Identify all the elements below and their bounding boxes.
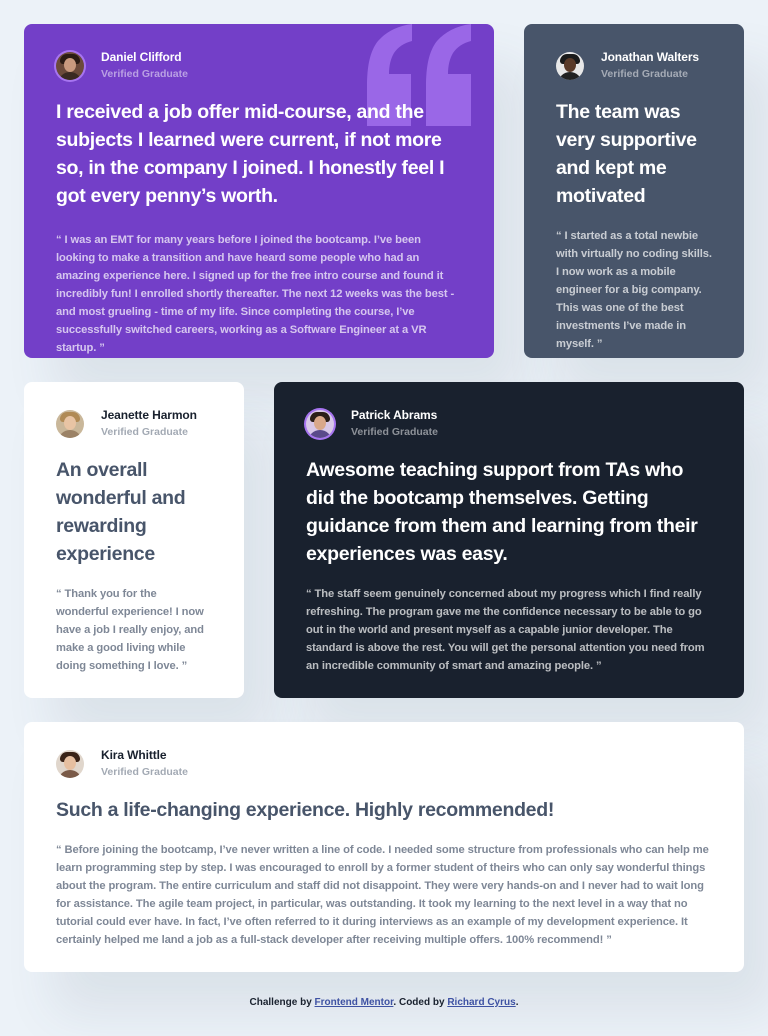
testimonial-body: “ I was an EMT for many years before I j…	[56, 234, 455, 354]
frontend-mentor-link[interactable]: Frontend Mentor	[315, 997, 394, 1008]
testimonial-header: Daniel Clifford Verified Graduate	[56, 50, 462, 81]
avatar	[56, 749, 84, 778]
attribution-prefix: Challenge by	[249, 997, 315, 1008]
testimonial-body: “ Before joining the bootcamp, I’ve neve…	[56, 844, 709, 946]
attribution-middle: . Coded by	[393, 997, 448, 1008]
author-link[interactable]: Richard Cyrus	[447, 997, 515, 1008]
avatar	[306, 409, 334, 438]
author-status: Verified Graduate	[101, 68, 188, 80]
author-name: Patrick Abrams	[351, 408, 438, 422]
testimonial-header: Kira Whittle Verified Graduate	[56, 748, 712, 779]
author-name: Kira Whittle	[101, 748, 167, 762]
attribution: Challenge by Frontend Mentor. Coded by R…	[0, 997, 768, 1008]
avatar	[56, 409, 84, 438]
testimonial-header: Jonathan Walters Verified Graduate	[556, 50, 712, 81]
testimonial-headline: Awesome teaching support from TAs who di…	[306, 459, 698, 565]
testimonial-card-patrick: Patrick Abrams Verified Graduate Awesome…	[274, 382, 744, 698]
testimonial-body: “ The staff seem genuinely concerned abo…	[306, 588, 705, 672]
testimonial-card-jonathan: Jonathan Walters Verified Graduate The t…	[524, 24, 744, 358]
author-status: Verified Graduate	[101, 766, 188, 778]
testimonial-headline: I received a job offer mid-course, and t…	[56, 101, 445, 207]
testimonial-body: “ Thank you for the wonderful experience…	[56, 588, 204, 672]
testimonial-body: “ I started as a total newbie with virtu…	[556, 230, 712, 350]
author-name: Daniel Clifford	[101, 50, 182, 64]
testimonial-headline: Such a life-changing experience. Highly …	[56, 799, 555, 821]
author-status: Verified Graduate	[351, 426, 438, 438]
author-status: Verified Graduate	[601, 68, 688, 80]
testimonial-headline: The team was very supportive and kept me…	[556, 101, 697, 207]
testimonial-card-daniel: Daniel Clifford Verified Graduate I rece…	[24, 24, 494, 358]
avatar	[56, 51, 84, 80]
testimonial-card-jeanette: Jeanette Harmon Verified Graduate An ove…	[24, 382, 244, 698]
attribution-suffix: .	[515, 997, 519, 1008]
author-status: Verified Graduate	[101, 426, 188, 438]
author-name: Jeanette Harmon	[101, 408, 197, 422]
author-name: Jonathan Walters	[601, 50, 699, 64]
avatar	[556, 51, 584, 80]
testimonial-header: Jeanette Harmon Verified Graduate	[56, 408, 212, 439]
testimonial-header: Patrick Abrams Verified Graduate	[306, 408, 712, 439]
testimonial-card-kira: Kira Whittle Verified Graduate Such a li…	[24, 722, 744, 972]
testimonial-headline: An overall wonderful and rewarding exper…	[56, 459, 186, 565]
